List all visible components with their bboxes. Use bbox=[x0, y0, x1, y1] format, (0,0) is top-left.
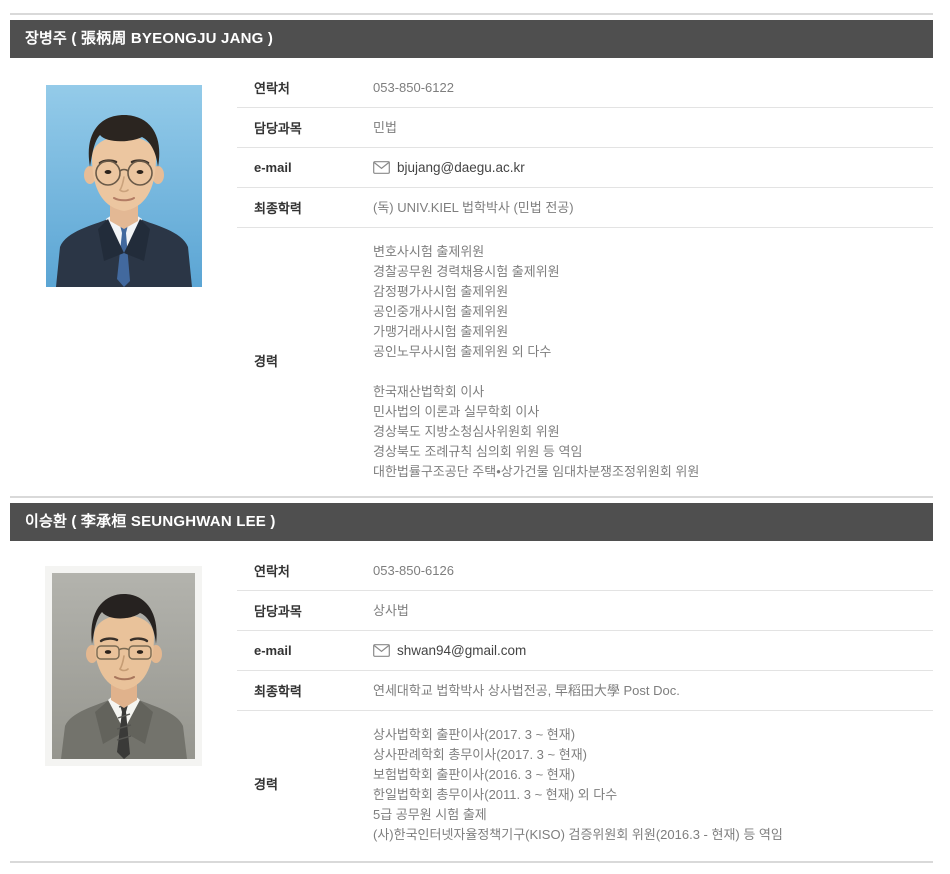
profile-content: 연락처 053-850-6126 담당과목 상사법 e-mail shwan9 bbox=[10, 541, 933, 855]
profile-section-1: 장병주 ( 張柄周 BYEONGJU JANG ) bbox=[10, 13, 933, 492]
profile-header-bar: 장병주 ( 張柄周 BYEONGJU JANG ) bbox=[10, 20, 933, 58]
career-label: 경력 bbox=[237, 351, 373, 370]
email-link[interactable]: shwan94@gmail.com bbox=[397, 642, 526, 660]
page-bottom-divider bbox=[10, 861, 933, 863]
envelope-icon bbox=[373, 161, 390, 174]
career-label: 경력 bbox=[237, 774, 373, 793]
contact-label: 연락처 bbox=[237, 561, 373, 580]
contact-value: 053-850-6126 bbox=[373, 562, 933, 580]
subjects-label: 담당과목 bbox=[237, 118, 373, 137]
career-value: 상사법학회 출판이사(2017. 3 ~ 현재) 상사판례학회 총무이사(201… bbox=[373, 711, 933, 855]
professor-name: 장병주 ( 張柄周 BYEONGJU JANG ) bbox=[25, 30, 273, 47]
row-career: 경력 상사법학회 출판이사(2017. 3 ~ 현재) 상사판례학회 총무이사(… bbox=[237, 711, 933, 855]
education-label: 최종학력 bbox=[237, 681, 373, 700]
profile-info-table: 연락처 053-850-6126 담당과목 상사법 e-mail shwan9 bbox=[237, 551, 933, 855]
education-value: 연세대학교 법학박사 상사법전공, 早稻田大學 Post Doc. bbox=[373, 682, 933, 700]
row-contact: 연락처 053-850-6122 bbox=[237, 68, 933, 108]
education-label: 최종학력 bbox=[237, 198, 373, 217]
section-divider bbox=[10, 13, 933, 15]
subjects-value: 상사법 bbox=[373, 602, 933, 620]
row-subjects: 담당과목 상사법 bbox=[237, 591, 933, 631]
profile-photo bbox=[46, 85, 202, 287]
subjects-label: 담당과목 bbox=[237, 601, 373, 620]
profile-info-table: 연락처 053-850-6122 담당과목 민법 e-mail bjujang bbox=[237, 68, 933, 492]
row-education: 최종학력 연세대학교 법학박사 상사법전공, 早稻田大學 Post Doc. bbox=[237, 671, 933, 711]
email-value-cell: bjujang@daegu.ac.kr bbox=[373, 159, 933, 177]
profile-header-bar: 이승환 ( 李承桓 SEUNGHWAN LEE ) bbox=[10, 503, 933, 541]
email-label: e-mail bbox=[237, 643, 373, 658]
career-value: 변호사시험 출제위원 경찰공무원 경력채용시험 출제위원 감정평가사시험 출제위… bbox=[373, 228, 933, 492]
subjects-value: 민법 bbox=[373, 119, 933, 137]
row-career: 경력 변호사시험 출제위원 경찰공무원 경력채용시험 출제위원 감정평가사시험 … bbox=[237, 228, 933, 492]
education-value: (독) UNIV.KIEL 법학박사 (민법 전공) bbox=[373, 199, 933, 217]
faculty-profile-page: 장병주 ( 張柄周 BYEONGJU JANG ) bbox=[0, 13, 943, 863]
email-label: e-mail bbox=[237, 160, 373, 175]
contact-label: 연락처 bbox=[237, 78, 373, 97]
email-link[interactable]: bjujang@daegu.ac.kr bbox=[397, 159, 525, 177]
row-subjects: 담당과목 민법 bbox=[237, 108, 933, 148]
row-education: 최종학력 (독) UNIV.KIEL 법학박사 (민법 전공) bbox=[237, 188, 933, 228]
envelope-icon bbox=[373, 644, 390, 657]
profile-content: 연락처 053-850-6122 담당과목 민법 e-mail bjujang bbox=[10, 58, 933, 492]
contact-value: 053-850-6122 bbox=[373, 79, 933, 97]
row-contact: 연락처 053-850-6126 bbox=[237, 551, 933, 591]
row-email: e-mail shwan94@gmail.com bbox=[237, 631, 933, 671]
professor-name: 이승환 ( 李承桓 SEUNGHWAN LEE ) bbox=[25, 513, 276, 530]
photo-column bbox=[10, 68, 237, 287]
profile-section-2: 이승환 ( 李承桓 SEUNGHWAN LEE ) bbox=[10, 496, 933, 855]
photo-column bbox=[10, 551, 237, 766]
row-email: e-mail bjujang@daegu.ac.kr bbox=[237, 148, 933, 188]
email-value-cell: shwan94@gmail.com bbox=[373, 642, 933, 660]
profile-photo bbox=[45, 566, 202, 766]
section-divider bbox=[10, 496, 933, 498]
